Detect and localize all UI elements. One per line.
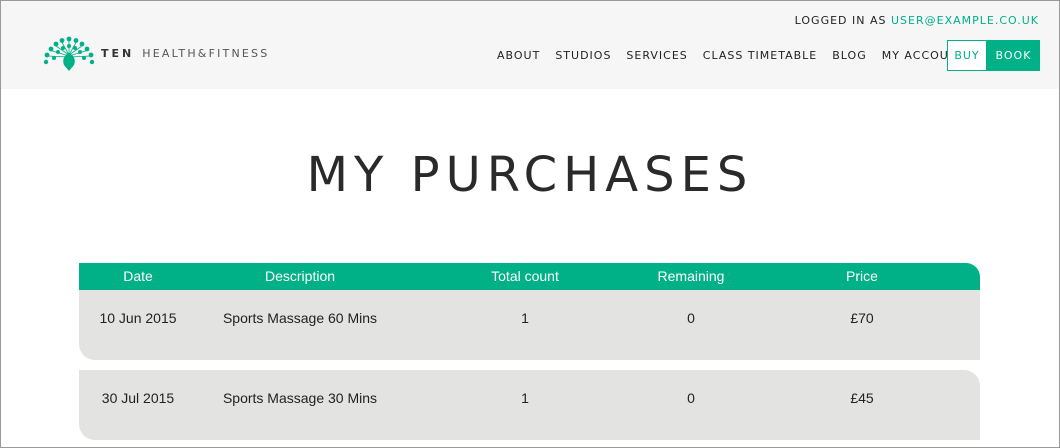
main-nav: ABOUT STUDIOS SERVICES CLASS TIMETABLE B… bbox=[497, 40, 981, 71]
book-button[interactable]: BOOK bbox=[987, 40, 1040, 71]
buy-button[interactable]: BUY bbox=[947, 40, 987, 71]
column-header-date: Date bbox=[123, 268, 153, 284]
cell-total-count: 1 bbox=[521, 390, 529, 406]
logged-in-prefix: LOGGED IN AS bbox=[794, 14, 891, 27]
nav-item-blog[interactable]: BLOG bbox=[832, 49, 866, 62]
cell-description: Sports Massage 60 Mins bbox=[222, 310, 378, 326]
table-row: 10 Jun 2015 Sports Massage 60 Mins 1 0 £… bbox=[79, 290, 980, 360]
nav-item-about[interactable]: ABOUT bbox=[497, 49, 540, 62]
brand-name-bold: TEN bbox=[101, 46, 135, 60]
cell-total-count: 1 bbox=[521, 310, 529, 326]
logged-in-status: LOGGED IN AS USER@EXAMPLE.CO.UK bbox=[795, 14, 1039, 27]
column-header-remaining: Remaining bbox=[657, 268, 725, 284]
page-title: MY PURCHASES bbox=[306, 147, 754, 203]
table-row: 30 Jul 2015 Sports Massage 30 Mins 1 0 £… bbox=[79, 370, 980, 440]
column-header-description: Description bbox=[264, 268, 336, 284]
cell-remaining: 0 bbox=[687, 310, 695, 326]
nav-item-studios[interactable]: STUDIOS bbox=[555, 49, 611, 62]
column-header-total-count: Total count bbox=[491, 268, 559, 284]
cell-remaining: 0 bbox=[687, 390, 695, 406]
cell-price: £70 bbox=[850, 310, 874, 326]
cell-description: Sports Massage 30 Mins bbox=[222, 390, 378, 406]
brand-name-rest: HEALTH&FITNESS bbox=[142, 46, 270, 60]
brand-name: TEN HEALTH&FITNESS bbox=[101, 47, 269, 60]
site-header: LOGGED IN AS USER@EXAMPLE.CO.UK TEN HEAL… bbox=[1, 1, 1059, 89]
nav-item-services[interactable]: SERVICES bbox=[626, 49, 687, 62]
column-header-price: Price bbox=[846, 268, 878, 284]
cell-date: 10 Jun 2015 bbox=[99, 310, 177, 326]
cell-price: £45 bbox=[850, 390, 874, 406]
cell-date: 30 Jul 2015 bbox=[101, 390, 175, 406]
nav-item-class-timetable[interactable]: CLASS TIMETABLE bbox=[703, 49, 817, 62]
peacock-logo-icon bbox=[43, 36, 95, 71]
site-logo[interactable]: TEN HEALTH&FITNESS bbox=[43, 35, 269, 71]
logged-in-email-link[interactable]: USER@EXAMPLE.CO.UK bbox=[891, 14, 1039, 27]
purchases-table-header: Date Description Total count Remaining P… bbox=[79, 263, 980, 290]
